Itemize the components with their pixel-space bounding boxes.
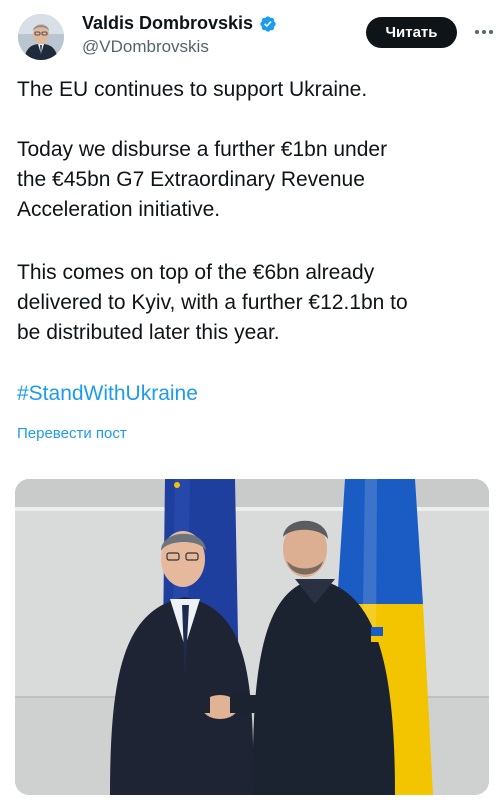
more-horizontal-icon[interactable] (474, 22, 494, 42)
author-handle[interactable]: @VDombrovskis (82, 37, 209, 57)
translate-post-link[interactable]: Перевести пост (17, 425, 127, 442)
ukraine-flag-blue (337, 479, 423, 604)
tweet-photo[interactable] (15, 479, 489, 795)
author-name[interactable]: Valdis Dombrovskis (82, 13, 253, 34)
tweet-paragraph-1: The EU continues to support Ukraine. (17, 78, 368, 101)
tweet-header: Valdis Dombrovskis @VDombrovskis Читать (0, 0, 504, 70)
author-avatar[interactable] (18, 14, 64, 60)
hashtag-link[interactable]: #StandWithUkraine (17, 382, 198, 406)
handshake-photo (15, 479, 489, 795)
tweet-paragraph-3: This comes on top of the €6bn already de… (17, 261, 408, 344)
verified-badge-icon (260, 15, 276, 32)
author-name-row: Valdis Dombrovskis (82, 13, 277, 34)
follow-button[interactable]: Читать (366, 17, 457, 48)
tweet-paragraph-2: Today we disburse a further €1bn under t… (17, 138, 388, 221)
